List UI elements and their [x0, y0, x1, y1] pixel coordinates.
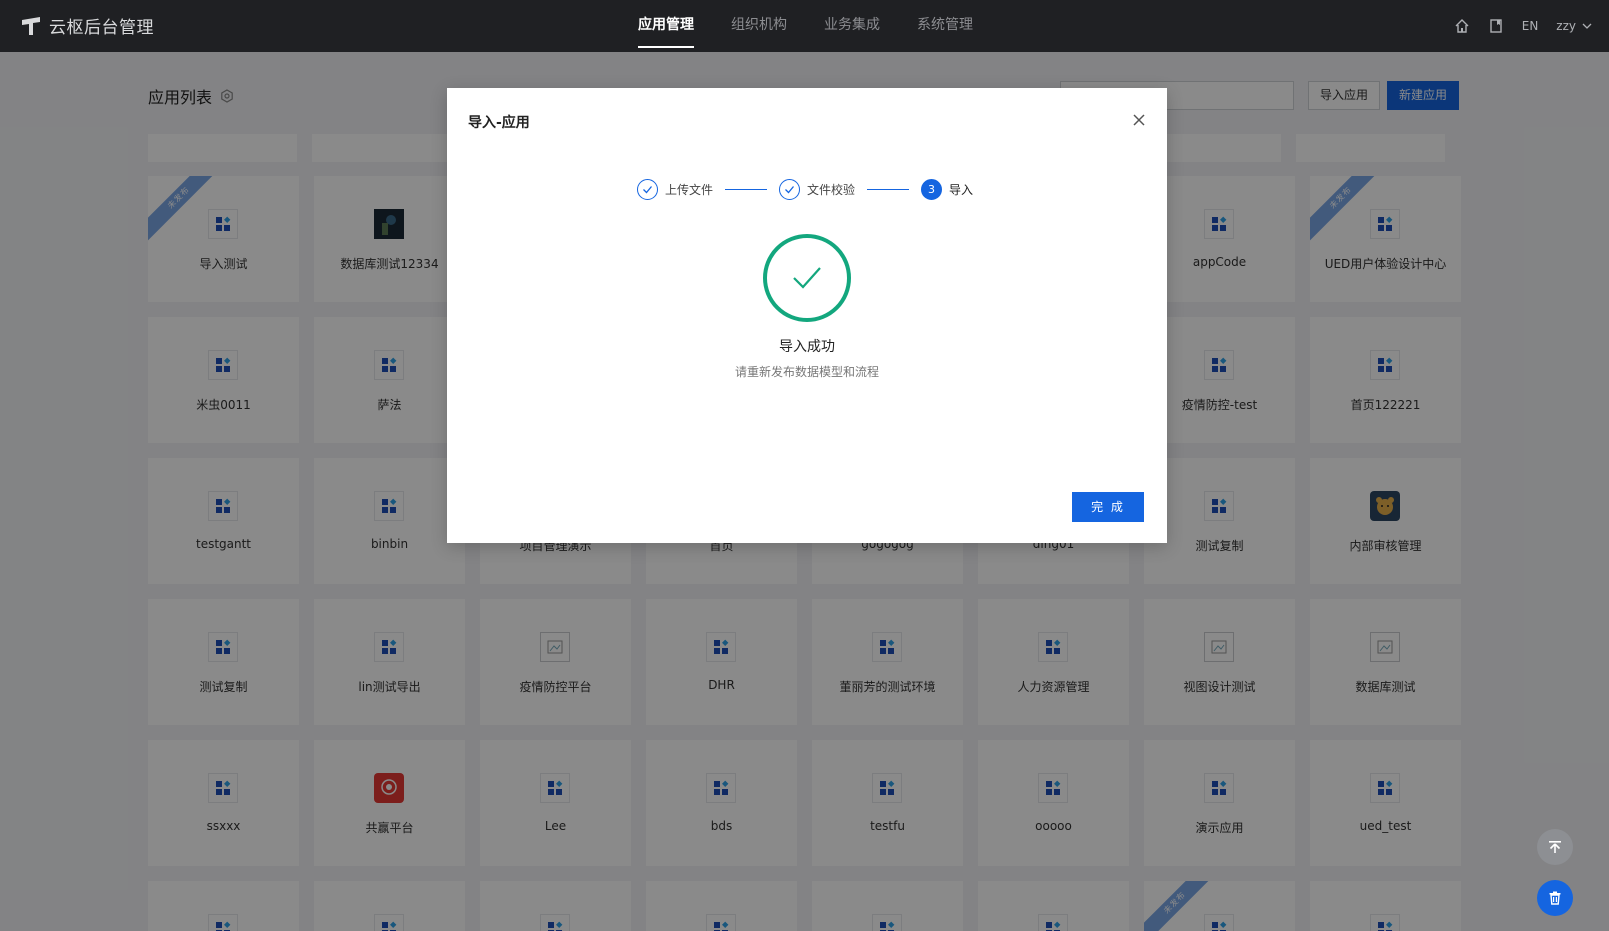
home-button[interactable] [1454, 18, 1470, 34]
step-import: 3 导入 [921, 178, 974, 200]
docs-button[interactable] [1488, 18, 1504, 34]
done-button[interactable]: 完 成 [1072, 492, 1144, 522]
step-done-indicator [637, 178, 658, 200]
trash-icon [1549, 891, 1561, 905]
main-nav: 应用管理 组织机构 业务集成 系统管理 [638, 0, 1010, 52]
logo-icon [22, 16, 40, 35]
step-label: 文件校验 [807, 182, 856, 197]
step-connector [867, 188, 910, 190]
step-label: 上传文件 [665, 182, 714, 197]
language-switch[interactable]: EN [1522, 19, 1539, 33]
step-label: 导入 [949, 182, 974, 197]
arrow-up-icon [1549, 841, 1561, 853]
brand-title: 云枢后台管理 [49, 18, 154, 38]
step-upload: 上传文件 [637, 178, 714, 200]
nav-item-integration[interactable]: 业务集成 [824, 0, 880, 52]
back-to-top-button[interactable] [1537, 829, 1573, 865]
nav-item-app-management[interactable]: 应用管理 [638, 0, 694, 52]
book-icon [1490, 19, 1502, 33]
top-right-tools: EN zzy [1436, 0, 1593, 52]
step-connector [725, 188, 768, 190]
brand[interactable]: 云枢后台管理 [20, 13, 154, 38]
step-validate: 文件校验 [779, 178, 856, 200]
success-title: 导入成功 [779, 339, 835, 355]
trash-button[interactable] [1537, 880, 1573, 916]
user-menu[interactable]: zzy [1556, 19, 1593, 33]
nav-item-system[interactable]: 系统管理 [917, 0, 973, 52]
success-check-icon [763, 234, 851, 322]
step-done-indicator [779, 178, 801, 200]
home-icon [1455, 19, 1469, 33]
top-bar: 云枢后台管理 应用管理 组织机构 业务集成 系统管理 EN zzy [0, 0, 1609, 52]
close-icon[interactable] [1132, 113, 1146, 127]
success-description: 请重新发布数据模型和流程 [734, 365, 879, 379]
modal-title: 导入-应用 [468, 115, 530, 131]
check-icon [785, 185, 795, 193]
check-icon [643, 185, 652, 193]
import-app-modal: 导入-应用 上传文件 文件校验 3 导入 导入成功 请重新发布数据模型和流程 完… [447, 88, 1167, 543]
step-number: 3 [921, 178, 943, 200]
user-name: zzy [1556, 19, 1576, 33]
chevron-down-icon [1582, 23, 1592, 29]
import-steps: 上传文件 文件校验 3 导入 [637, 178, 973, 200]
nav-item-organization[interactable]: 组织机构 [731, 0, 787, 52]
